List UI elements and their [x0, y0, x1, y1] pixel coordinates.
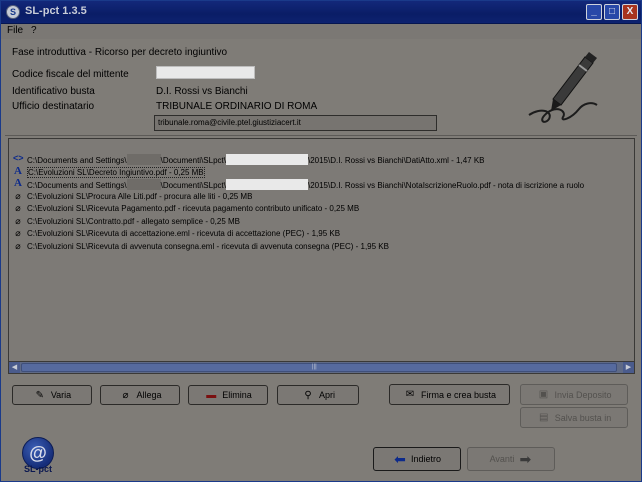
separator [5, 135, 637, 136]
salva-button-label: Salva busta in [554, 412, 612, 423]
file-path: C:\Documents and Settings\ \Documenti\SLp… [27, 154, 485, 165]
paperclip-icon: ⌀ [15, 228, 21, 238]
scroll-right-arrow-icon[interactable]: ▶ [623, 362, 634, 373]
file-list-item[interactable]: A C:\Evoluzioni SL\Decreto Ingiuntivo.pdf… [9, 165, 629, 178]
scrollbar-grip-icon: ||| [312, 364, 317, 370]
paperclip-icon: ⌀ [15, 215, 21, 226]
paperclip-icon: ⌀ [122, 389, 129, 401]
elimina-button-label: Elimina [222, 390, 252, 400]
sender-tax-code-label: Codice fiscale del mittente [12, 69, 129, 80]
send-icon: ▣ [538, 389, 549, 400]
destination-office-value: TRIBUNALE ORDINARIO DI ROMA [156, 101, 318, 112]
varia-button[interactable]: ✎ Varia [12, 385, 92, 405]
redacted-username [126, 154, 161, 165]
sender-tax-code-field[interactable] [156, 66, 255, 79]
file-list-item[interactable]: ⌀ C:\Evoluzioni SL\Ricevuta di accettazio… [9, 227, 629, 240]
arrow-right-icon: ➡ [519, 450, 532, 467]
page-title: Fase introduttiva - Ricorso per decreto … [12, 47, 228, 58]
apri-button-label: Apri [318, 390, 335, 400]
maximize-button[interactable]: □ [604, 4, 620, 20]
menu-bar: File ? [1, 24, 641, 39]
xml-icon: <> [13, 153, 24, 163]
file-list-item[interactable]: ⌀ C:\Evoluzioni SL\Ricevuta Pagamento.pdf… [9, 202, 629, 215]
file-path: C:\Evoluzioni SL\Procura Alle Liti.pdf -… [27, 191, 253, 201]
menu-help[interactable]: ? [31, 25, 37, 36]
app-window: S SL-pct 1.3.5 _ □ X File ? Fase introdu… [0, 0, 642, 482]
file-path: C:\Evoluzioni SL\Ricevuta di avvenuta co… [27, 241, 389, 251]
logo-label: SL-pct [24, 464, 52, 474]
firma-button-label: Firma e crea busta [420, 389, 497, 400]
scroll-left-arrow-icon[interactable]: ◀ [9, 362, 20, 373]
allega-button-label: Allega [136, 390, 162, 400]
pdf-icon: A [14, 177, 22, 189]
redacted-folder [225, 154, 308, 165]
save-icon: ▤ [538, 412, 549, 423]
scrollbar-thumb[interactable] [21, 363, 617, 372]
paperclip-icon: ⌀ [15, 203, 21, 213]
pen-signature-icon [528, 52, 598, 123]
envelope-id-label: Identificativo busta [12, 86, 95, 97]
paperclip-icon: ⌀ [15, 240, 21, 251]
file-list-item[interactable]: ⌀ C:\Evoluzioni SL\Contratto.pdf - allega… [9, 215, 629, 228]
file-path: C:\Evoluzioni SL\Decreto Ingiuntivo.pdf … [27, 166, 205, 178]
varia-button-label: Varia [50, 390, 72, 400]
menu-file[interactable]: File [7, 25, 23, 36]
pdf-icon: A [14, 164, 22, 177]
window-title: SL-pct 1.3.5 [25, 5, 87, 17]
magnifier-icon: ⚲ [304, 389, 312, 401]
file-list-item[interactable]: ⌀ C:\Evoluzioni SL\Ricevuta di avvenuta c… [9, 240, 629, 253]
send-deposit-button[interactable]: ▣ Invia Deposito [520, 384, 628, 405]
save-envelope-button[interactable]: ▤ Salva busta in [520, 407, 628, 428]
invia-button-label: Invia Deposito [554, 389, 612, 400]
title-bar: S SL-pct 1.3.5 _ □ X [1, 1, 641, 24]
file-path: C:\Documents and Settings\ \Documenti\SLp… [27, 179, 584, 190]
pencil-icon: ✎ [35, 389, 45, 401]
envelope-id-value: D.I. Rossi vs Bianchi [156, 86, 248, 97]
file-list-item[interactable]: ⌀ C:\Evoluzioni SL\Procura Alle Liti.pdf … [9, 190, 629, 203]
destination-office-label: Ufficio destinatario [12, 101, 95, 112]
allega-button[interactable]: ⌀ Allega [100, 385, 180, 405]
file-list-item[interactable]: A C:\Documents and Settings\ \Documenti\SL… [9, 177, 629, 190]
minus-icon: ▬ [206, 389, 217, 401]
file-path: C:\Evoluzioni SL\Ricevuta Pagamento.pdf … [27, 204, 360, 213]
arrow-left-icon: ⬅ [394, 450, 406, 467]
redacted-username [126, 179, 161, 190]
paperclip-icon: ⌀ [15, 190, 21, 201]
attached-files-list[interactable]: <> C:\Documents and Settings\ \Documenti\S… [8, 138, 635, 374]
redacted-folder [225, 179, 308, 190]
apri-button[interactable]: ⚲ Apri [277, 385, 359, 405]
pec-address-field[interactable]: tribunale.roma@civile.ptel.giustiziacert… [154, 115, 437, 131]
minimize-button[interactable]: _ [586, 4, 602, 20]
slpct-logo: @ SL-pct [19, 437, 57, 475]
envelope-icon: ✉ [405, 389, 415, 400]
next-button[interactable]: Avanti ➡ [467, 447, 555, 471]
file-path: C:\Evoluzioni SL\Contratto.pdf - allegat… [27, 216, 240, 226]
file-path: C:\Evoluzioni SL\Ricevuta di accettazion… [27, 229, 341, 238]
sign-and-create-envelope-button[interactable]: ✉ Firma e crea busta [389, 384, 510, 405]
horizontal-scrollbar[interactable]: ◀ ||| ▶ [9, 361, 634, 373]
elimina-button[interactable]: ▬ Elimina [188, 385, 268, 405]
file-list-item[interactable]: <> C:\Documents and Settings\ \Documenti\S… [9, 152, 629, 165]
app-icon[interactable]: S [6, 5, 20, 19]
back-button-label: Indietro [410, 454, 442, 464]
close-button[interactable]: X [622, 4, 638, 20]
next-button-label: Avanti [489, 454, 515, 464]
back-button[interactable]: ⬅ Indietro [373, 447, 461, 471]
